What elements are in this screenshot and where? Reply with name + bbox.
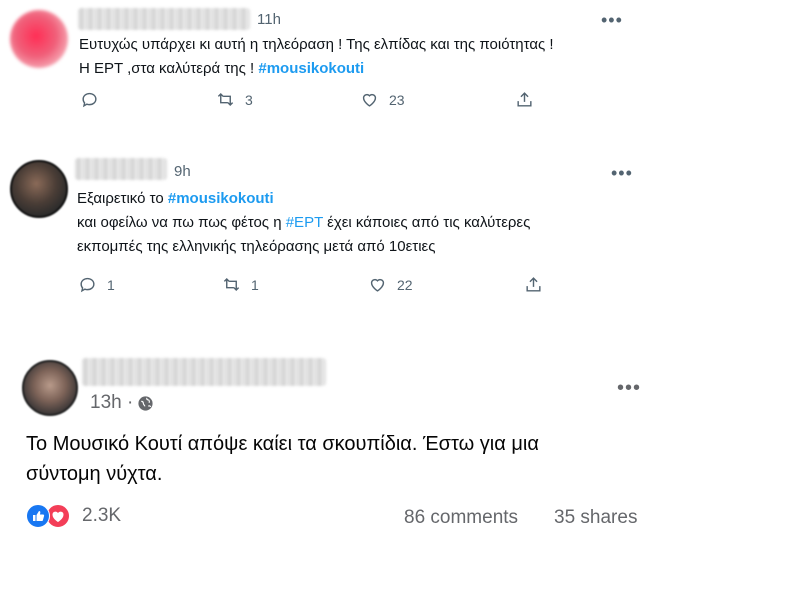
tweet1-reply-button[interactable]: [80, 90, 99, 109]
tweet2-reply-button[interactable]: 1: [78, 275, 115, 294]
tweet2-share-button[interactable]: [524, 275, 543, 294]
tweet1-like-count: 23: [389, 91, 405, 108]
fb-reactions[interactable]: 2.3K: [26, 504, 121, 528]
tweet2-hashtag-ert[interactable]: #ΕΡΤ: [286, 214, 323, 231]
tweet2-line2-suffix: έχει κάποιες από τις καλύτερες: [322, 214, 531, 231]
tweet1-username-blurred[interactable]: [78, 8, 250, 30]
fb-avatar[interactable]: [22, 360, 78, 416]
reply-icon: [82, 92, 97, 108]
reply-icon: [80, 277, 95, 293]
tweet2-line2: και οφείλω να πω πως φέτος η #ΕΡΤ έχει κ…: [77, 211, 697, 235]
tweet1-line2: Η ΕΡΤ ,στα καλύτερά της ! #mousikokouti: [79, 57, 679, 81]
tweet1-retweet-button[interactable]: 3: [216, 90, 253, 109]
tweet2-retweet-count: 1: [251, 276, 259, 293]
globe-icon: [138, 395, 153, 411]
heart-icon: [362, 93, 377, 107]
fb-username-blurred[interactable]: [82, 358, 326, 386]
fb-timestamp[interactable]: 13h ·: [90, 392, 133, 414]
tweet2-like-button[interactable]: 22: [368, 275, 413, 294]
heart-icon: [370, 278, 385, 292]
tweet1-share-button[interactable]: [515, 90, 534, 109]
tweet2-line1-text: Εξαιρετικό το: [77, 190, 168, 207]
fb-reactions-count: 2.3K: [82, 505, 122, 526]
tweet1-timestamp[interactable]: 11h: [257, 11, 281, 28]
like-reaction-icon: [26, 504, 50, 528]
tweet2-like-count: 22: [397, 276, 413, 293]
tweet1-hashtag-link[interactable]: #mousikokouti: [258, 60, 364, 77]
tweet1-like-button[interactable]: 23: [360, 90, 405, 109]
tweet2-hashtag-mousikokouti[interactable]: #mousikokouti: [168, 190, 274, 207]
share-icon: [526, 277, 541, 292]
tweet1-line2-text: Η ΕΡΤ ,στα καλύτερά της !: [79, 60, 259, 77]
tweet2-timestamp[interactable]: 9h: [174, 163, 191, 180]
tweet1-retweet-count: 3: [245, 91, 253, 108]
fb-post-meta: 13h ·: [90, 392, 154, 414]
fb-post-line1: Το Μουσικό Κουτί απόψε καίει τα σκουπίδι…: [26, 433, 539, 455]
fb-comments-count[interactable]: 86 comments: [404, 507, 518, 529]
fb-post-line2: σύντομη νύχτα.: [26, 463, 163, 485]
tweet1-body: Ευτυχώς υπάρχει κι αυτή η τηλεόραση ! Τη…: [79, 33, 679, 81]
tweet2-line2-text: και οφείλω να πω πως φέτος η: [77, 214, 286, 231]
tweet2-more-options-icon[interactable]: •••: [611, 163, 633, 184]
fb-shares-count[interactable]: 35 shares: [554, 507, 637, 529]
tweet2-line3: εκπομπές της ελληνικής τηλεόρασης μετά α…: [77, 238, 436, 255]
share-icon: [517, 92, 532, 107]
tweet2-username-blurred[interactable]: [75, 158, 167, 180]
retweet-icon: [217, 92, 234, 107]
tweet2-retweet-button[interactable]: 1: [222, 275, 259, 294]
tweet2-avatar[interactable]: [10, 160, 68, 218]
tweet1-avatar[interactable]: [10, 10, 68, 68]
tweet2-line1: Εξαιρετικό το #mousikokouti: [77, 187, 697, 211]
retweet-icon: [223, 277, 240, 292]
fb-more-options-icon[interactable]: •••: [617, 377, 641, 400]
tweet2-reply-count: 1: [107, 276, 115, 293]
tweet1-line1: Ευτυχώς υπάρχει κι αυτή η τηλεόραση ! Τη…: [79, 36, 554, 53]
fb-post-body: Το Μουσικό Κουτί απόψε καίει τα σκουπίδι…: [26, 429, 726, 489]
tweet1-more-options-icon[interactable]: •••: [601, 10, 623, 31]
tweet2-body: Εξαιρετικό το #mousikokouti και οφείλω ν…: [77, 187, 697, 259]
